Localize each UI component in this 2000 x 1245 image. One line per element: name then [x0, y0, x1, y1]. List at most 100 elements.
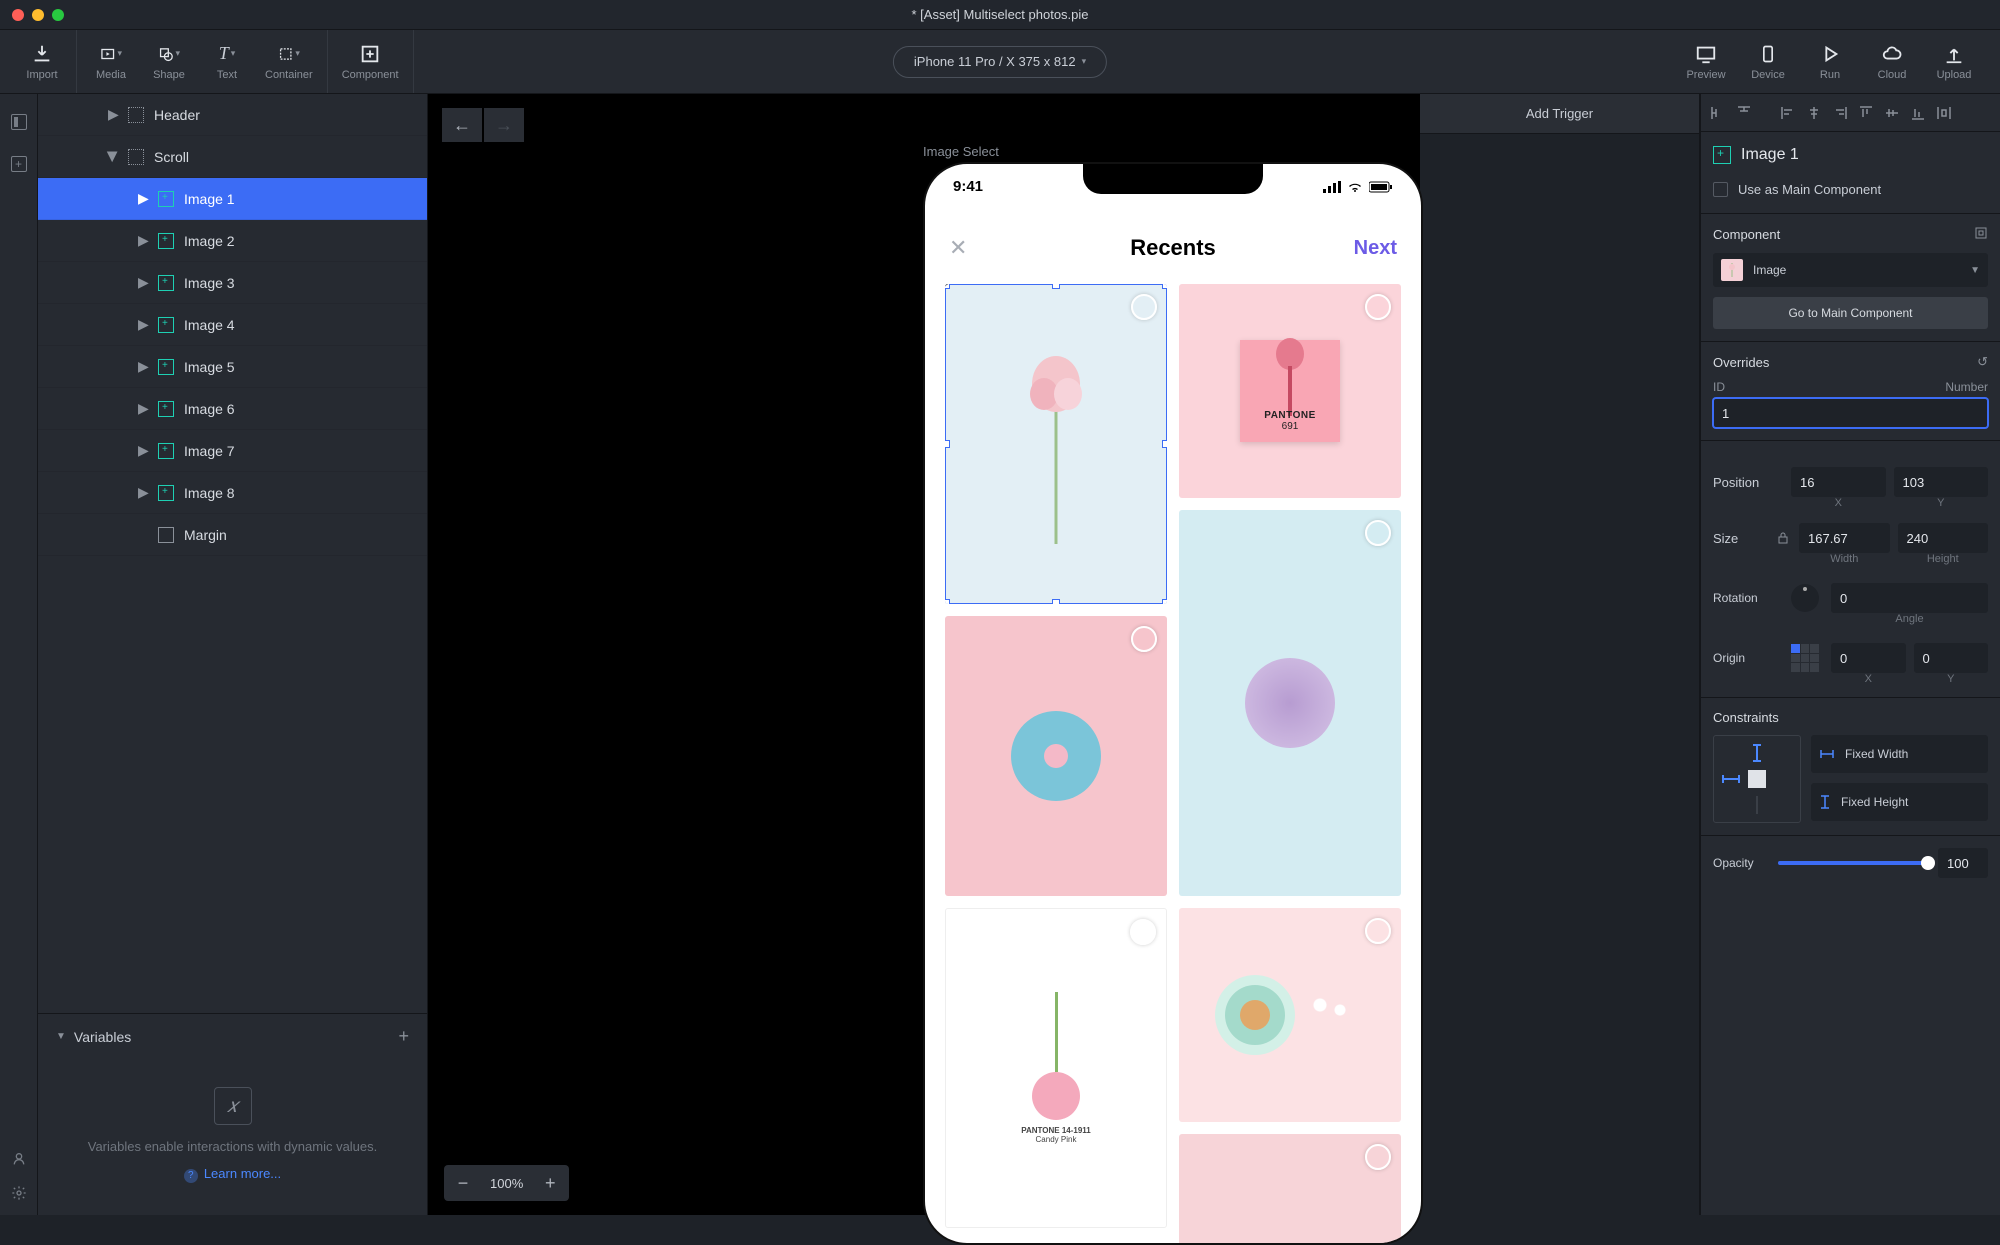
user-icon[interactable] [11, 1151, 27, 1167]
container-button[interactable]: ▾ Container [265, 43, 313, 81]
origin-y-input[interactable] [1914, 643, 1989, 673]
origin-x-input[interactable] [1831, 643, 1906, 673]
layer-image-1[interactable]: ▶ Image 1 [38, 178, 427, 220]
fixed-width-button[interactable]: Fixed Width [1811, 735, 1988, 773]
gear-icon[interactable] [11, 1185, 27, 1201]
variable-placeholder-icon[interactable]: 𝑥 [214, 1087, 252, 1125]
lock-icon[interactable] [1776, 531, 1790, 545]
size-h-input[interactable] [1898, 523, 1989, 553]
status-time: 9:41 [953, 178, 983, 195]
rotation-label: Rotation [1713, 591, 1783, 605]
layer-image-3[interactable]: ▶ Image 3 [38, 262, 427, 304]
align-left-icon[interactable] [1777, 102, 1799, 124]
layer-image-7[interactable]: ▶ Image 7 [38, 430, 427, 472]
add-trigger-button[interactable]: Add Trigger [1420, 94, 1699, 134]
media-button[interactable]: ▾ Media [91, 43, 131, 81]
variables-description: Variables enable interactions with dynam… [86, 1139, 379, 1154]
cloud-button[interactable]: Cloud [1872, 43, 1912, 81]
upload-arrow-icon [1943, 43, 1965, 65]
align-center-h-icon[interactable] [1803, 102, 1825, 124]
add-variable-button[interactable]: + [398, 1026, 409, 1047]
grid-tile-7[interactable] [1179, 1134, 1401, 1245]
grid-tile-1[interactable]: ✦ [945, 284, 1167, 604]
fixed-height-button[interactable]: Fixed Height [1811, 783, 1988, 821]
grid-tile-2[interactable]: PANTONE 691 [1179, 284, 1401, 498]
next-button[interactable]: Next [1354, 237, 1397, 260]
layer-image-6[interactable]: ▶ Image 6 [38, 388, 427, 430]
shape-button[interactable]: ▾ Shape [149, 43, 189, 81]
reset-overrides-button[interactable]: ↺ [1977, 354, 1988, 370]
component-selector[interactable]: Image ▼ [1713, 253, 1988, 287]
align-layout-vertical-icon[interactable] [1733, 102, 1755, 124]
layer-header[interactable]: ▶ Header [38, 94, 427, 136]
size-w-input[interactable] [1799, 523, 1890, 553]
distribute-icon[interactable] [1933, 102, 1955, 124]
align-layout-horizontal-icon[interactable] [1707, 102, 1729, 124]
component-icon [158, 191, 174, 207]
selection-name: Image 1 [1741, 146, 1799, 164]
align-top-icon[interactable] [1855, 102, 1877, 124]
panel-toggle-button[interactable] [11, 114, 27, 130]
plate-illustration [1011, 711, 1101, 801]
grid-tile-6[interactable] [1179, 908, 1401, 1122]
zoom-out-button[interactable]: − [444, 1165, 482, 1201]
opacity-slider[interactable] [1778, 861, 1928, 865]
traffic-lights [12, 9, 64, 21]
canvas-area[interactable]: ← → Image Select 9:41 ✕ Recents Next [428, 94, 1420, 1215]
align-bottom-icon[interactable] [1907, 102, 1929, 124]
opacity-input[interactable] [1938, 848, 1988, 878]
layer-image-5[interactable]: ▶ Image 5 [38, 346, 427, 388]
window-close-button[interactable] [12, 9, 24, 21]
align-right-icon[interactable] [1829, 102, 1851, 124]
nav-forward-button[interactable]: → [484, 108, 524, 142]
select-ring-icon [1365, 294, 1391, 320]
add-screen-button[interactable] [11, 156, 27, 172]
layer-image-2[interactable]: ▶ Image 2 [38, 220, 427, 262]
select-ring-icon [1130, 919, 1156, 945]
layer-image-4[interactable]: ▶ Image 4 [38, 304, 427, 346]
upload-button[interactable]: Upload [1934, 43, 1974, 81]
grid-tile-4[interactable] [1179, 510, 1401, 896]
run-button[interactable]: Run [1810, 43, 1850, 81]
close-icon[interactable]: ✕ [949, 235, 967, 261]
go-to-main-component-button[interactable]: Go to Main Component [1713, 297, 1988, 329]
variables-title: Variables [74, 1029, 131, 1045]
wifi-icon [1347, 181, 1363, 193]
constraints-selector[interactable] [1713, 735, 1801, 823]
phone-icon [1757, 43, 1779, 65]
rotation-knob[interactable] [1791, 584, 1819, 612]
nav-back-button[interactable]: ← [442, 108, 482, 142]
layer-image-8[interactable]: ▶ Image 8 [38, 472, 427, 514]
align-center-v-icon[interactable] [1881, 102, 1903, 124]
layer-margin[interactable]: ▶ Margin [38, 514, 427, 556]
select-ring-icon [1365, 1144, 1391, 1170]
window-minimize-button[interactable] [32, 9, 44, 21]
rotation-input[interactable] [1831, 583, 1988, 613]
position-x-input[interactable] [1791, 467, 1886, 497]
layer-scroll[interactable]: ▶ Scroll [38, 136, 427, 178]
window-zoom-button[interactable] [52, 9, 64, 21]
window-titlebar: * [Asset] Multiselect photos.pie [0, 0, 2000, 30]
left-tool-strip [0, 94, 38, 1215]
component-button[interactable]: Component [342, 43, 399, 81]
import-button[interactable]: Import [22, 43, 62, 81]
device-frame[interactable]: 9:41 ✕ Recents Next ✦ [923, 162, 1423, 1245]
screen-title: Recents [1130, 235, 1216, 261]
position-y-input[interactable] [1894, 467, 1989, 497]
origin-grid-selector[interactable] [1791, 644, 1819, 672]
grid-tile-5[interactable]: PANTONE 14-1911 Candy Pink [945, 908, 1167, 1228]
preview-button[interactable]: Preview [1686, 43, 1726, 81]
device-button[interactable]: Device [1748, 43, 1788, 81]
detach-icon[interactable] [1974, 226, 1988, 243]
component-thumbnail [1721, 259, 1743, 281]
text-button[interactable]: T▾ Text [207, 43, 247, 81]
use-as-main-label: Use as Main Component [1738, 182, 1881, 197]
variables-learn-more-link[interactable]: Learn more... [86, 1166, 379, 1183]
canvas-screen-label: Image Select [923, 144, 999, 159]
override-id-input[interactable] [1713, 398, 1988, 428]
zoom-in-button[interactable]: + [531, 1165, 569, 1201]
grid-tile-3[interactable] [945, 616, 1167, 896]
device-frame-selector[interactable]: iPhone 11 Pro / X 375 x 812 ▾ [893, 46, 1107, 78]
use-as-main-checkbox[interactable] [1713, 182, 1728, 197]
container-icon [128, 149, 144, 165]
